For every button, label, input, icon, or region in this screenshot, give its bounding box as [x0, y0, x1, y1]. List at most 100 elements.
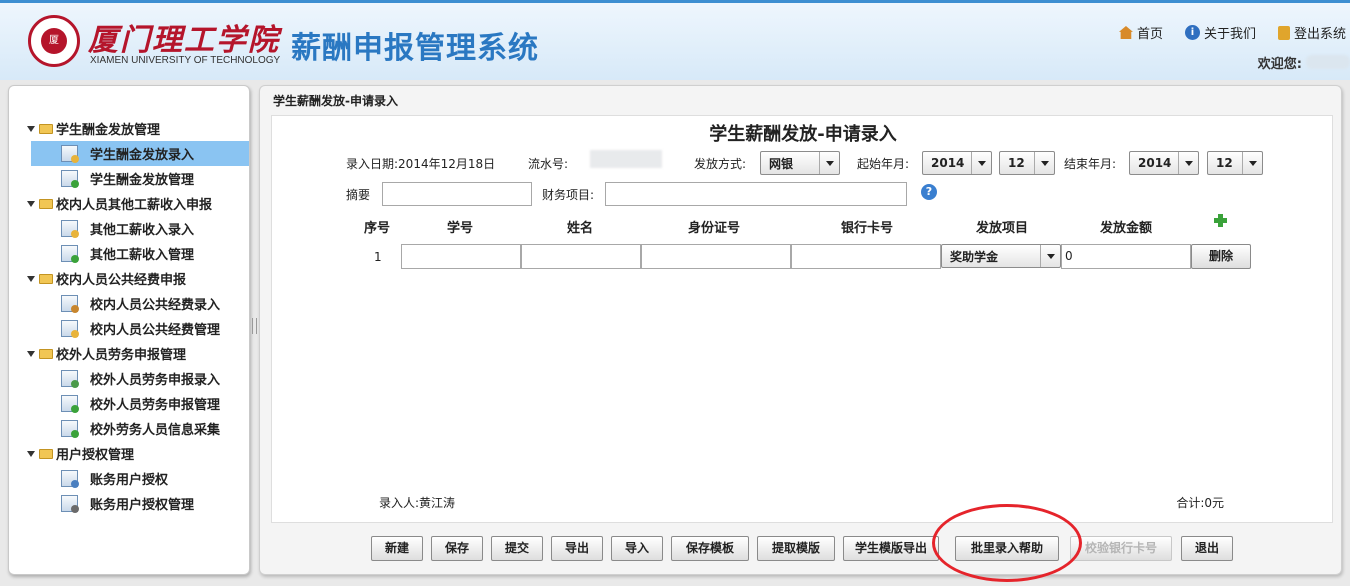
end-month-select[interactable]: 12	[1207, 151, 1263, 175]
sidebar-item-4-1[interactable]: 账务用户授权管理	[27, 491, 249, 516]
row-index: 1	[374, 250, 382, 264]
folder-icon	[39, 198, 53, 209]
sidebar-group-label: 用户授权管理	[56, 448, 135, 463]
sidebar-group-0[interactable]: 学生酬金发放管理	[27, 116, 249, 141]
col-header-name: 姓名	[566, 221, 593, 236]
id-card-input[interactable]	[641, 244, 791, 269]
start-year-select[interactable]: 2014	[922, 151, 992, 175]
end-month-label: 结束年月:	[1064, 157, 1117, 171]
sidebar-item-0-1[interactable]: 学生酬金发放管理	[27, 166, 249, 191]
start-year-value: 2014	[931, 156, 965, 170]
sidebar-item-label: 校外人员劳务申报管理	[90, 398, 221, 413]
nav-tree: 学生酬金发放管理 学生酬金发放录入 学生酬金发放管理 校内人员其他工薪收入申报 其他工薪…	[27, 116, 249, 516]
sidebar-item-4-0[interactable]: 账务用户授权	[27, 466, 249, 491]
sidebar-group-1[interactable]: 校内人员其他工薪收入申报	[27, 191, 249, 216]
sidebar-item-label: 账务用户授权管理	[90, 498, 195, 513]
serial-label: 流水号:	[528, 157, 569, 171]
sidebar-group-label: 校外人员劳务申报管理	[56, 348, 187, 363]
breadcrumb: 学生薪酬发放-申请录入	[273, 94, 398, 108]
expand-arrow-icon	[27, 350, 35, 357]
info-icon: i	[1184, 25, 1200, 40]
batch-entry-help-button[interactable]: 批里录入帮助	[955, 536, 1059, 561]
sidebar-group-label: 校内人员其他工薪收入申报	[56, 198, 213, 213]
folder-icon	[39, 448, 53, 459]
col-header-student-id: 学号	[446, 221, 473, 236]
end-year-select[interactable]: 2014	[1129, 151, 1199, 175]
logout-link-label: 登出系统	[1293, 27, 1346, 42]
bank-card-input[interactable]	[791, 244, 941, 269]
chevron-down-icon	[1242, 152, 1262, 174]
summary-input[interactable]	[382, 182, 532, 206]
export-button[interactable]: 导出	[551, 536, 603, 561]
sidebar-item-label: 学生酬金发放管理	[90, 173, 195, 188]
amount-input[interactable]: 0	[1061, 244, 1191, 269]
save-template-button[interactable]: 保存模板	[671, 536, 749, 561]
student-id-input[interactable]	[401, 244, 521, 269]
folder-icon	[39, 348, 53, 359]
chevron-down-icon	[1040, 245, 1060, 267]
sidebar-item-1-1[interactable]: 其他工薪收入管理	[27, 241, 249, 266]
sidebar-group-label: 校内人员公共经费申报	[56, 273, 187, 288]
delete-row-button[interactable]: 删除	[1191, 244, 1251, 269]
splitter-handle[interactable]	[252, 318, 257, 334]
help-icon[interactable]: ?	[921, 184, 937, 200]
manage-icon	[61, 245, 79, 263]
pay-method-select[interactable]: 网银	[760, 151, 840, 175]
sidebar-item-label: 学生酬金发放录入	[90, 148, 195, 163]
sidebar-group-label: 学生酬金发放管理	[56, 123, 161, 138]
verify-bank-card-button[interactable]: 校验银行卡号	[1070, 536, 1172, 561]
entered-by: 录入人:黄江涛	[379, 496, 456, 510]
folder-icon	[39, 123, 53, 134]
chevron-down-icon	[819, 152, 839, 174]
sidebar-group-2[interactable]: 校内人员公共经费申报	[27, 266, 249, 291]
col-header-bank-card: 银行卡号	[840, 221, 893, 236]
sidebar-item-label: 校外劳务人员信息采集	[90, 423, 221, 438]
add-row-icon[interactable]	[1214, 214, 1227, 227]
save-button[interactable]: 保存	[431, 536, 483, 561]
sidebar-group-4[interactable]: 用户授权管理	[27, 441, 249, 466]
edit-icon	[61, 220, 79, 238]
about-link[interactable]: i 关于我们	[1184, 23, 1256, 42]
form-panel: 学生薪酬发放-申请录入 录入日期:2014年12月18日 流水号: 发放方式: …	[271, 115, 1333, 523]
main-content: 学生薪酬发放-申请录入 学生薪酬发放-申请录入 录入日期:2014年12月18日…	[259, 85, 1342, 582]
name-input[interactable]	[521, 244, 641, 269]
chevron-down-icon	[1178, 152, 1198, 174]
user-icon	[61, 495, 79, 513]
top-links: 首页 i 关于我们 登出系统	[1118, 23, 1346, 42]
sidebar-item-2-0[interactable]: 校内人员公共经费录入	[27, 291, 249, 316]
sidebar-item-label: 其他工薪收入录入	[90, 223, 195, 238]
load-template-button[interactable]: 提取模版	[757, 536, 835, 561]
import-button[interactable]: 导入	[611, 536, 663, 561]
finance-project-input[interactable]	[605, 182, 907, 206]
logout-link[interactable]: 登出系统	[1277, 23, 1346, 42]
sidebar-item-3-0[interactable]: 校外人员劳务申报录入	[27, 366, 249, 391]
expand-arrow-icon	[27, 125, 35, 132]
export-student-template-button[interactable]: 学生模版导出	[843, 536, 939, 561]
sidebar-item-3-2[interactable]: 校外劳务人员信息采集	[27, 416, 249, 441]
sidebar-item-1-0[interactable]: 其他工薪收入录入	[27, 216, 249, 241]
new-button[interactable]: 新建	[371, 536, 423, 561]
sidebar-group-3[interactable]: 校外人员劳务申报管理	[27, 341, 249, 366]
sidebar-item-0-0[interactable]: 学生酬金发放录入	[31, 141, 249, 166]
about-link-label: 关于我们	[1203, 27, 1256, 42]
sidebar: 学生酬金发放管理 学生酬金发放录入 学生酬金发放管理 校内人员其他工薪收入申报 其他工薪…	[8, 85, 250, 575]
home-link[interactable]: 首页	[1118, 23, 1163, 42]
start-month-select[interactable]: 12	[999, 151, 1055, 175]
pay-item-select[interactable]: 奖助学金	[941, 244, 1061, 268]
col-header-index: 序号	[363, 221, 390, 236]
col-header-id-card: 身份证号	[687, 221, 740, 236]
summary-label: 摘要	[346, 188, 371, 202]
sidebar-item-3-1[interactable]: 校外人员劳务申报管理	[27, 391, 249, 416]
end-year-value: 2014	[1138, 156, 1172, 170]
expand-arrow-icon	[27, 450, 35, 457]
exit-button[interactable]: 退出	[1181, 536, 1233, 561]
book-icon	[61, 470, 79, 488]
home-link-label: 首页	[1136, 27, 1163, 42]
sidebar-item-2-1[interactable]: 校内人员公共经费管理	[27, 316, 249, 341]
expand-arrow-icon	[27, 200, 35, 207]
col-header-amount: 发放金额	[1099, 221, 1152, 236]
form-title: 学生薪酬发放-申请录入	[709, 124, 897, 145]
username-redacted	[1306, 55, 1350, 69]
house-icon	[61, 295, 79, 313]
submit-button[interactable]: 提交	[491, 536, 543, 561]
